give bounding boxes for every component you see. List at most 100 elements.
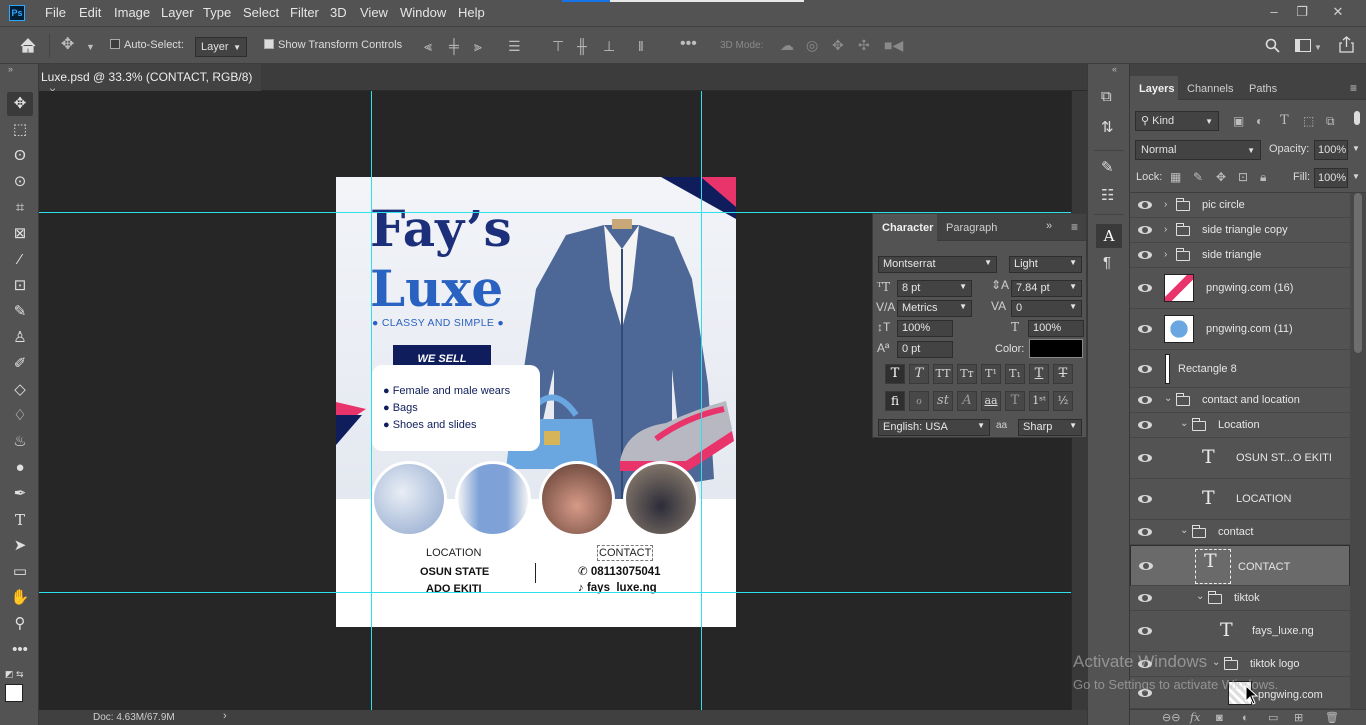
link-layers-icon[interactable]: ⊖⊖ [1162,711,1180,725]
filter-pixel-icon[interactable]: ▣ [1233,114,1244,128]
antialias-select[interactable]: Sharp ▼ [1018,419,1082,436]
layer-row[interactable]: ⌄ contact [1130,520,1350,545]
old-style-button[interactable]: ℴ [909,391,929,411]
titling-button[interactable]: aa [981,391,1001,411]
history-panel-icon[interactable]: ⧉ [1101,88,1112,105]
visibility-eye-icon[interactable] [1138,226,1152,234]
lock-pixels-icon[interactable]: ✎ [1193,170,1203,184]
strikethrough-button[interactable]: T [1053,364,1073,384]
menu-select[interactable]: Select [243,5,279,20]
distribute-vertical-icon[interactable]: ‖ [638,39,644,53]
menu-filter[interactable]: Filter [290,5,319,20]
minimize-icon[interactable]: – [1263,3,1285,21]
layer-style-icon[interactable]: fx [1190,711,1200,725]
auto-select-target-dropdown[interactable]: Layer ▼ [195,37,247,57]
close-icon[interactable]: ✕ [1327,3,1349,21]
faux-italic-button[interactable]: T [909,364,929,384]
healing-brush-tool-icon[interactable]: ⊡ [7,274,33,298]
history-brush-tool-icon[interactable]: ✐ [7,352,33,376]
menu-window[interactable]: Window [400,5,446,20]
menu-3d[interactable]: 3D [330,5,347,20]
new-layer-icon[interactable]: ⊞ [1294,711,1303,725]
menu-type[interactable]: Type [203,5,231,20]
layers-scrollbar[interactable] [1350,193,1366,709]
more-options-icon[interactable]: ••• [680,36,697,52]
fill-field[interactable]: 100% [1314,168,1348,188]
blur-tool-icon[interactable]: ♨ [7,430,33,454]
show-transform-checkbox[interactable]: Show Transform Controls [264,39,402,51]
search-icon[interactable] [1265,38,1280,53]
lasso-tool-icon[interactable]: ʘ [7,144,33,168]
new-group-icon[interactable]: ▭ [1268,711,1278,725]
poster-contact-heading[interactable]: CONTACT [596,545,654,561]
layer-row[interactable]: › side triangle copy [1130,218,1350,243]
document-tab[interactable]: Luxe.psd @ 33.3% (CONTACT, RGB/8) × [39,64,261,98]
visibility-eye-icon[interactable] [1138,627,1152,635]
filter-shape-icon[interactable]: ⬚ [1303,114,1314,128]
align-right-icon[interactable]: ⫸ [474,39,482,53]
tab-character[interactable]: Character [873,214,937,241]
layer-row[interactable]: › side triangle [1130,243,1350,268]
tracking-field[interactable]: 0 ▼ [1011,300,1082,317]
tab-paths[interactable]: Paths [1249,83,1277,95]
superscript-button[interactable]: T¹ [981,364,1001,384]
chevron-down-icon[interactable]: ⌄ [1164,393,1172,404]
font-family-select[interactable]: Montserrat ▼ [878,256,997,273]
adjustment-layer-icon[interactable]: ◐ [1242,711,1249,725]
panel-menu-icon[interactable]: ≡ [1071,220,1078,234]
visibility-eye-icon[interactable] [1139,562,1153,570]
align-bottom-icon[interactable]: ⊥ [603,39,615,53]
chevron-right-icon[interactable]: › [1164,224,1167,235]
tab-paragraph[interactable]: Paragraph [946,222,997,234]
chevron-down-icon[interactable]: ⌄ [1180,418,1188,429]
dodge-tool-icon[interactable]: ● [7,456,33,480]
contextual-alternates-button[interactable]: T [1005,391,1025,411]
eyedropper-tool-icon[interactable]: ⁄ [7,248,33,272]
chevron-down-icon[interactable]: ⌄ [1212,657,1220,668]
restore-icon[interactable]: ❐ [1291,3,1313,21]
chevron-right-icon[interactable]: › [1164,249,1167,260]
3d-orbit-icon[interactable]: ☁ [780,38,794,52]
blend-mode-select[interactable]: Normal ▼ [1135,140,1261,160]
chevron-down-icon[interactable]: ⌄ [1180,525,1188,536]
opacity-field[interactable]: 100% [1314,140,1348,160]
align-middle-icon[interactable]: ╫ [577,39,587,53]
path-select-tool-icon[interactable]: ➤ [7,534,33,558]
workspace-icon[interactable] [1295,39,1311,52]
filter-adjustment-icon[interactable]: ◐ [1256,114,1263,128]
quick-select-tool-icon[interactable]: ⊙ [7,170,33,194]
tab-layers[interactable]: Layers [1130,76,1178,100]
visibility-eye-icon[interactable] [1138,454,1152,462]
guide-horizontal[interactable] [39,592,1071,593]
layer-row[interactable]: ⌄ Location [1130,413,1350,438]
lock-artboard-icon[interactable]: ⊡ [1238,170,1248,184]
lock-transparent-icon[interactable]: ▦ [1170,170,1181,184]
3d-camera-icon[interactable]: ■◀ [884,38,903,52]
chevron-down-icon[interactable]: ▼ [1352,144,1360,153]
fractions-button[interactable]: ½ [1053,391,1073,411]
align-center-icon[interactable]: ╪ [449,39,459,53]
stylistic-alternates-button[interactable]: A [957,391,977,411]
3d-slide-icon[interactable]: ✣ [858,38,870,52]
frame-tool-icon[interactable]: ⊠ [7,222,33,246]
collapse-toolbox-icon[interactable]: » [8,64,13,74]
expand-panel-icon[interactable]: » [1046,220,1052,232]
add-mask-icon[interactable]: ◙ [1216,711,1223,725]
underline-button[interactable]: T [1029,364,1049,384]
layer-row[interactable]: T OSUN ST...O EKITI [1130,438,1350,479]
layer-row[interactable]: Rectangle 8 [1130,350,1350,388]
guide-vertical[interactable] [701,91,702,710]
distribute-icon[interactable]: ☰ [508,39,521,53]
chevron-down-icon[interactable]: ▼ [1352,172,1360,181]
leading-field[interactable]: 7.84 pt ▼ [1011,280,1082,297]
lock-all-icon[interactable]: 🔒︎ [1260,170,1266,184]
layer-row[interactable]: T fays_luxe.ng [1130,611,1350,652]
font-size-field[interactable]: 8 pt ▼ [897,280,972,297]
chevron-down-icon[interactable]: ▼ [1314,41,1322,55]
chevron-down-icon[interactable]: ⌄ [1196,591,1204,602]
layer-row[interactable]: ⌄ contact and location [1130,388,1350,413]
horizontal-scale-field[interactable]: 100% [1028,320,1084,337]
character-panel-icon[interactable]: A [1096,224,1122,248]
menu-edit[interactable]: Edit [79,5,101,20]
layer-row[interactable]: pngwing.com (16) [1130,268,1350,309]
